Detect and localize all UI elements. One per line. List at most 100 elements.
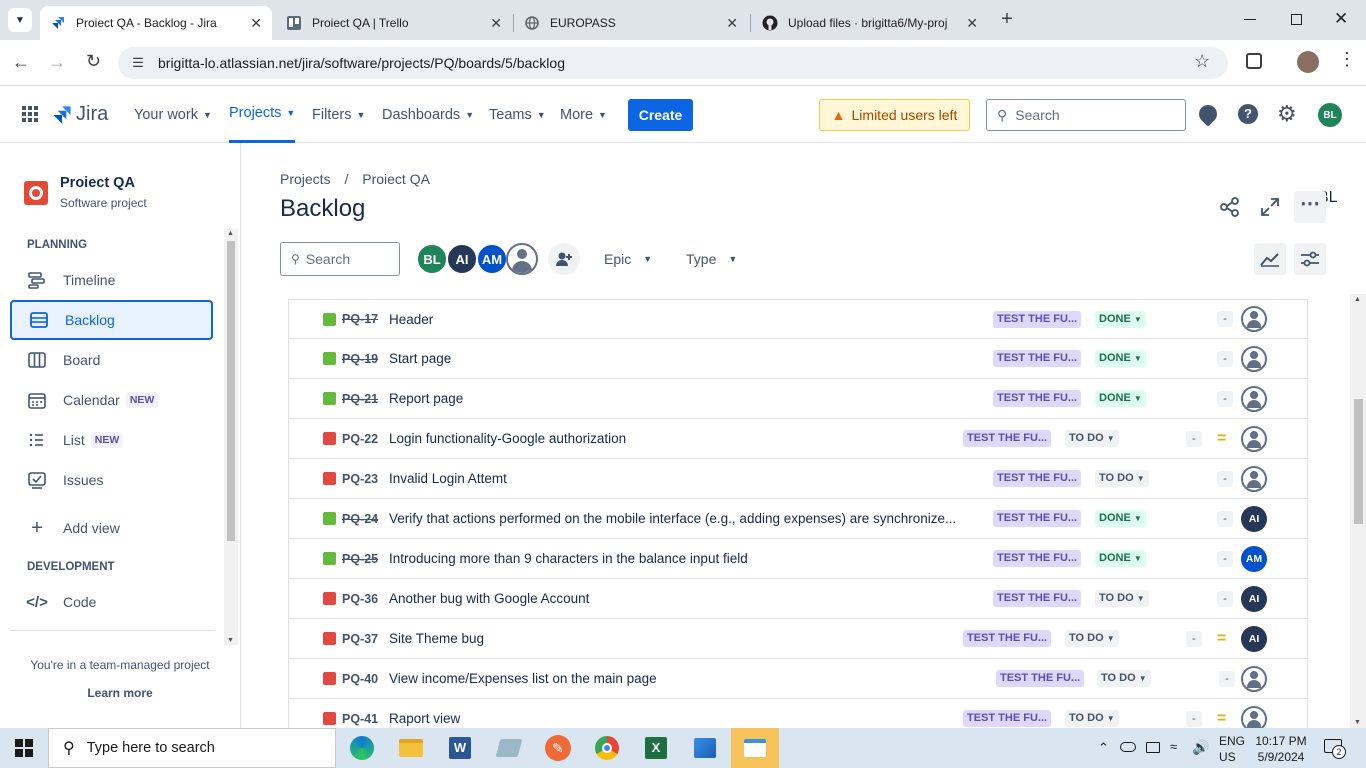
status-dropdown[interactable]: TO DO ▼: [1097, 670, 1151, 687]
cloud-icon[interactable]: [1120, 742, 1136, 752]
taskbar-search-box[interactable]: ⚲ Type here to search: [48, 728, 336, 768]
settings-gear-icon[interactable]: ⚙: [1277, 101, 1297, 127]
backlog-issue-row[interactable]: PQ-22 Login functionality-Google authoriz…: [288, 419, 1308, 459]
active-app-icon[interactable]: [731, 728, 779, 768]
main-scrollbar[interactable]: ▲ ▼: [1350, 294, 1366, 728]
chevron-up-icon[interactable]: ⌃: [1098, 740, 1109, 756]
avatar-filter-am[interactable]: AM: [476, 243, 508, 275]
backlog-issue-row[interactable]: PQ-23 Invalid Login Attemt TEST THE FU... T…: [288, 459, 1308, 499]
address-bar[interactable]: ☰ brigitta-lo.atlassian.net/jira/softwar…: [118, 47, 1228, 79]
backlog-issue-row[interactable]: PQ-37 Site Theme bug TEST THE FU... TO DO ▼…: [288, 619, 1308, 659]
backlog-issue-row[interactable]: PQ-17 Header TEST THE FU... DONE ▼ -: [288, 299, 1308, 339]
estimate-field[interactable]: -: [1217, 510, 1233, 527]
status-dropdown[interactable]: DONE ▼: [1095, 510, 1146, 527]
epic-lozenge[interactable]: TEST THE FU...: [963, 630, 1052, 647]
reload-icon[interactable]: ↻: [86, 51, 101, 72]
browser-tab-github[interactable]: Upload files · brigitta6/My-proj ✕: [752, 6, 988, 40]
status-dropdown[interactable]: TO DO ▼: [1065, 630, 1119, 647]
avatar-filter-bl[interactable]: BL: [416, 243, 448, 275]
nav-dashboards[interactable]: Dashboards ▼: [382, 86, 474, 143]
unassigned-avatar-icon[interactable]: [1241, 345, 1267, 372]
language-indicator[interactable]: ENG US: [1219, 733, 1245, 765]
issue-key[interactable]: PQ-17: [342, 312, 378, 326]
issue-key[interactable]: PQ-25: [342, 552, 378, 566]
profile-avatar[interactable]: [1297, 51, 1319, 73]
issue-summary[interactable]: Start page: [389, 351, 451, 366]
issue-key[interactable]: PQ-40: [342, 672, 378, 686]
more-actions-button[interactable]: ⋯: [1294, 191, 1326, 223]
epic-lozenge[interactable]: TEST THE FU...: [993, 590, 1082, 607]
avatar-filter-ai[interactable]: AI: [446, 243, 478, 275]
browser-tab-europass[interactable]: EUROPASS ✕: [514, 6, 748, 40]
close-icon[interactable]: ✕: [726, 15, 738, 32]
add-people-icon[interactable]: [548, 243, 580, 275]
backlog-issue-row[interactable]: PQ-25 Introducing more than 9 characters …: [288, 539, 1308, 579]
estimate-field[interactable]: -: [1217, 311, 1233, 327]
wifi-icon[interactable]: ≈: [1170, 739, 1177, 754]
epic-lozenge[interactable]: TEST THE FU...: [993, 550, 1082, 567]
unassigned-avatar-icon[interactable]: [1241, 425, 1267, 452]
backlog-issue-row[interactable]: PQ-40 View income/Expenses list on the ma…: [288, 659, 1308, 699]
epic-lozenge[interactable]: TEST THE FU...: [963, 710, 1052, 727]
issue-key[interactable]: PQ-21: [342, 392, 378, 406]
issue-summary[interactable]: Another bug with Google Account: [389, 591, 589, 606]
issue-key[interactable]: PQ-23: [342, 472, 378, 486]
help-icon[interactable]: ?: [1238, 104, 1258, 124]
close-icon[interactable]: ✕: [966, 15, 978, 32]
estimate-field[interactable]: -: [1217, 350, 1233, 367]
unassigned-avatar-icon[interactable]: [1241, 385, 1267, 412]
issue-summary[interactable]: View income/Expenses list on the main pa…: [389, 671, 657, 686]
estimate-field[interactable]: -: [1186, 630, 1202, 647]
chrome-icon[interactable]: [583, 728, 631, 768]
estimate-field[interactable]: -: [1219, 670, 1235, 687]
assignee-avatar[interactable]: AI: [1241, 585, 1267, 612]
excel-icon[interactable]: X: [632, 728, 680, 768]
status-dropdown[interactable]: TO DO ▼: [1065, 710, 1119, 727]
unassigned-avatar-icon[interactable]: [1241, 306, 1267, 332]
issue-summary[interactable]: Site Theme bug: [389, 631, 484, 646]
status-dropdown[interactable]: DONE ▼: [1095, 390, 1146, 407]
epic-lozenge[interactable]: TEST THE FU...: [996, 670, 1085, 687]
status-dropdown[interactable]: DONE ▼: [1095, 550, 1146, 567]
forward-icon[interactable]: →: [48, 52, 66, 73]
assignee-avatar[interactable]: AI: [1241, 625, 1267, 652]
chrome-menu-icon[interactable]: ⋮: [1338, 49, 1356, 70]
backlog-issue-row[interactable]: PQ-24 Verify that actions performed on th…: [288, 499, 1308, 539]
issue-key[interactable]: PQ-19: [342, 352, 378, 366]
bookmark-star-icon[interactable]: ☆: [1194, 51, 1210, 72]
word-icon[interactable]: W: [436, 728, 484, 768]
nav-more[interactable]: More ▼: [560, 86, 607, 143]
jira-logo[interactable]: Jira: [52, 103, 108, 126]
epic-lozenge[interactable]: TEST THE FU...: [993, 350, 1082, 367]
epic-lozenge[interactable]: TEST THE FU...: [993, 510, 1082, 527]
estimate-field[interactable]: -: [1186, 430, 1202, 447]
project-name[interactable]: Proiect QA: [60, 175, 135, 191]
status-dropdown[interactable]: TO DO ▼: [1065, 430, 1119, 447]
notification-center-icon[interactable]: 2: [1324, 739, 1346, 759]
file-explorer-icon[interactable]: [387, 728, 435, 768]
unassigned-avatar-icon[interactable]: [1241, 465, 1267, 492]
insights-icon[interactable]: [1254, 243, 1286, 275]
status-dropdown[interactable]: DONE ▼: [1095, 350, 1146, 367]
photos-icon[interactable]: [681, 728, 729, 768]
issue-key[interactable]: PQ-41: [342, 712, 378, 726]
fullscreen-icon[interactable]: [1261, 198, 1279, 221]
site-info-icon[interactable]: ☰: [118, 55, 158, 71]
new-tab-icon[interactable]: +: [996, 8, 1018, 30]
epic-lozenge[interactable]: TEST THE FU...: [963, 430, 1052, 447]
issue-key[interactable]: PQ-36: [342, 592, 378, 606]
epic-lozenge[interactable]: TEST THE FU...: [993, 390, 1082, 407]
nav-teams[interactable]: Teams ▼: [489, 86, 546, 143]
windows-start-icon[interactable]: [0, 728, 48, 768]
issue-summary[interactable]: Introducing more than 9 characters in th…: [389, 551, 748, 566]
estimate-field[interactable]: -: [1217, 470, 1233, 487]
epic-filter-dropdown[interactable]: Epic ▼: [604, 251, 652, 267]
top-search-input[interactable]: ⚲ Search: [986, 99, 1186, 131]
browser-tab-jira[interactable]: Proiect QA - Backlog - Jira ✕: [40, 6, 272, 40]
type-filter-dropdown[interactable]: Type ▼: [686, 251, 737, 267]
back-icon[interactable]: ←: [12, 52, 30, 73]
restore-icon[interactable]: [1291, 14, 1302, 25]
nav-your-work[interactable]: Your work ▼: [134, 86, 212, 143]
status-dropdown[interactable]: TO DO ▼: [1095, 590, 1149, 607]
assignee-avatar[interactable]: AM: [1241, 545, 1267, 572]
